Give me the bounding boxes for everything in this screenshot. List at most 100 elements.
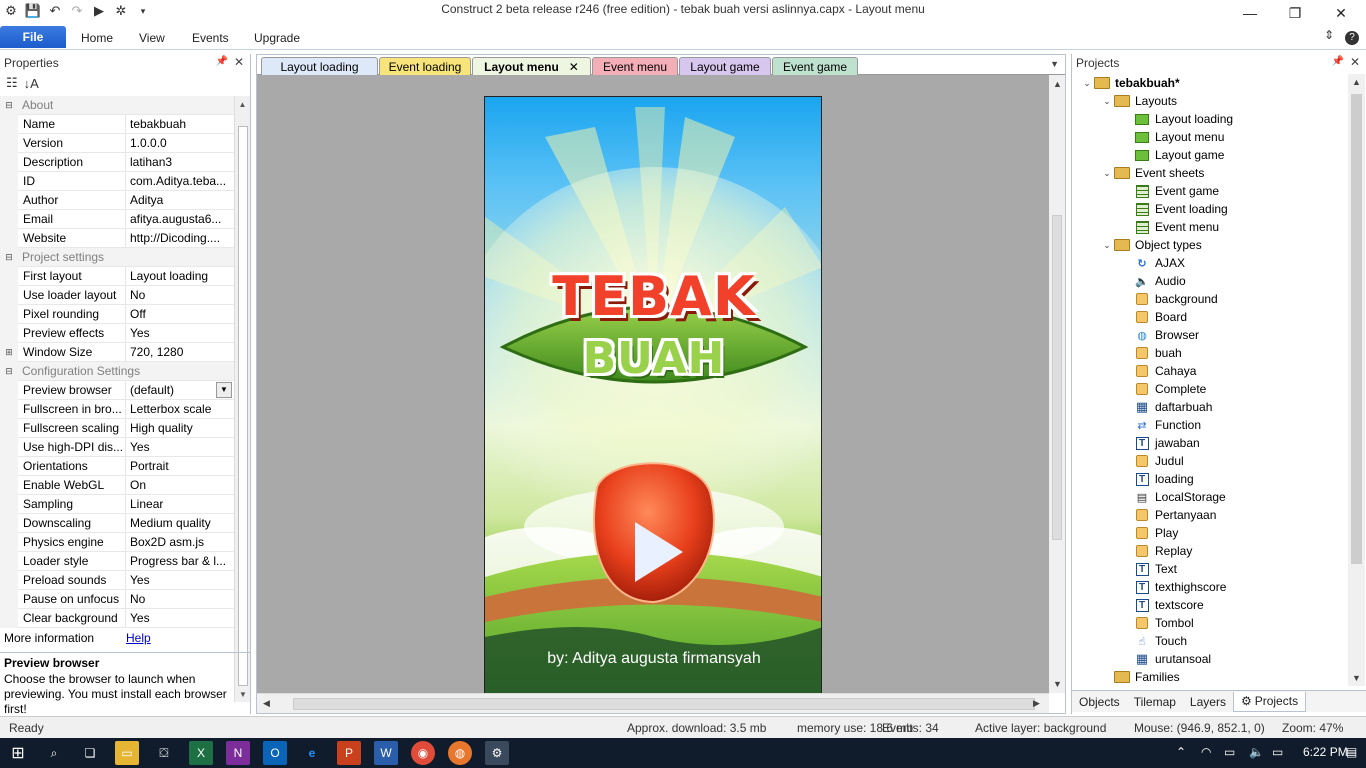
property-value[interactable]: No <box>126 590 234 609</box>
property-row[interactable]: Fullscreen in bro... Letterbox scale <box>0 399 234 419</box>
document-tab[interactable]: Event game <box>772 57 858 75</box>
tree-item-object[interactable]: Judul <box>1072 452 1348 470</box>
firefox-icon[interactable]: ◍ <box>448 741 472 765</box>
expand-collapse-icon[interactable]: ⌄ <box>1080 78 1094 89</box>
property-row[interactable]: Pixel rounding Off <box>0 304 234 324</box>
property-category[interactable]: ⊟ Configuration Settings <box>0 361 234 381</box>
file-menu-button[interactable]: File <box>0 26 66 48</box>
volume-icon[interactable]: 🔈 <box>1249 745 1264 759</box>
property-value[interactable]: (default) ▼ <box>126 381 234 400</box>
document-tab[interactable]: Layout game <box>679 57 771 75</box>
property-value[interactable]: Linear <box>126 495 234 514</box>
property-row[interactable]: Use high-DPI dis... Yes <box>0 437 234 457</box>
expand-collapse-icon[interactable]: ⌄ <box>1100 240 1114 251</box>
dropdown-arrow-icon[interactable]: ▼ <box>216 381 232 398</box>
property-row[interactable]: Downscaling Medium quality <box>0 513 234 533</box>
close-button[interactable]: ✕ <box>1318 0 1364 26</box>
property-row[interactable]: ID com.Aditya.teba... <box>0 171 234 191</box>
scroll-thumb[interactable] <box>1052 215 1062 540</box>
collapse-icon[interactable]: ⊟ <box>0 361 18 381</box>
tree-item-object[interactable]: Complete <box>1072 380 1348 398</box>
property-value[interactable]: Yes <box>126 324 234 343</box>
property-row[interactable]: Orientations Portrait <box>0 456 234 476</box>
property-row[interactable]: Sampling Linear <box>0 494 234 514</box>
wifi-icon[interactable]: ◠ <box>1201 745 1211 759</box>
property-value[interactable]: Layout loading <box>126 267 234 286</box>
layout-canvas[interactable]: TEBAK BUAH by: Aditya augusta firmansyah <box>257 75 1049 693</box>
property-value[interactable]: Letterbox scale <box>126 400 234 419</box>
property-row[interactable]: Fullscreen scaling High quality <box>0 418 234 438</box>
tab-upgrade[interactable]: Upgrade <box>254 31 300 45</box>
property-row[interactable]: Enable WebGL On <box>0 475 234 495</box>
tree-item-object[interactable]: 🔈 Audio <box>1072 272 1348 290</box>
tree-item-object[interactable]: ◍ Browser <box>1072 326 1348 344</box>
edge-icon[interactable]: e <box>300 741 324 765</box>
tree-item-event-sheet[interactable]: Event menu <box>1072 218 1348 236</box>
property-value[interactable]: Progress bar & l... <box>126 552 234 571</box>
property-row[interactable]: First layout Layout loading <box>0 266 234 286</box>
property-value[interactable]: On <box>126 476 234 495</box>
scroll-left-icon[interactable]: ◀ <box>263 698 270 709</box>
scroll-thumb[interactable] <box>293 698 1035 710</box>
file-explorer-icon[interactable]: ▭ <box>115 741 139 765</box>
document-tab[interactable]: Layout menu ✕ <box>472 57 591 75</box>
scroll-down-icon[interactable]: ▼ <box>1053 679 1062 689</box>
tree-item-object[interactable]: Board <box>1072 308 1348 326</box>
expand-icon[interactable]: ⊞ <box>0 342 18 362</box>
tree-item-layout[interactable]: Layout menu <box>1072 128 1348 146</box>
property-value[interactable]: latihan3 <box>126 153 234 172</box>
property-value[interactable]: 720, 1280 <box>126 343 234 362</box>
minimize-button[interactable]: — <box>1227 0 1273 26</box>
tree-item-object[interactable]: Ttextscore <box>1072 596 1348 614</box>
property-row[interactable]: Email afitya.augusta6... <box>0 209 234 229</box>
tree-item-layout[interactable]: Layout loading <box>1072 110 1348 128</box>
layouts-folder[interactable]: ⌄ Layouts <box>1072 92 1348 110</box>
notifications-icon[interactable]: ▤ <box>1346 745 1357 759</box>
tree-item-object[interactable]: Tjawaban <box>1072 434 1348 452</box>
property-value[interactable]: http://Dicoding.... <box>126 229 234 248</box>
property-row[interactable]: Author Aditya <box>0 190 234 210</box>
tree-item-object[interactable]: Play <box>1072 524 1348 542</box>
tree-item-object[interactable]: ⇄ Function <box>1072 416 1348 434</box>
property-value[interactable]: Yes <box>126 609 234 628</box>
property-value[interactable]: Box2D asm.js <box>126 533 234 552</box>
collapse-icon[interactable]: ⊟ <box>0 96 18 115</box>
tree-item-object[interactable]: Tloading <box>1072 470 1348 488</box>
property-row[interactable]: Preview effects Yes <box>0 323 234 343</box>
word-icon[interactable]: W <box>374 741 398 765</box>
property-value[interactable]: Yes <box>126 438 234 457</box>
project-root[interactable]: ⌄ tebakbuah* <box>1072 74 1348 92</box>
clock[interactable]: 6:22 PM <box>1303 745 1348 759</box>
property-value[interactable]: Yes <box>126 571 234 590</box>
document-tab[interactable]: Layout loading <box>261 57 378 75</box>
scroll-up-icon[interactable]: ▲ <box>1352 77 1361 87</box>
scroll-up-icon[interactable]: ▲ <box>1053 79 1062 89</box>
scroll-thumb[interactable] <box>238 126 248 686</box>
tree-item-object[interactable]: ↻ AJAX <box>1072 254 1348 272</box>
property-value[interactable]: afitya.augusta6... <box>126 210 234 229</box>
close-panel-icon[interactable]: ✕ <box>234 55 244 69</box>
property-value[interactable]: No <box>126 286 234 305</box>
chrome-icon[interactable]: ◉ <box>411 741 435 765</box>
tree-item-object[interactable]: T Text <box>1072 560 1348 578</box>
tabs-dropdown-icon[interactable]: ▼ <box>1050 59 1059 69</box>
property-value[interactable]: tebakbuah <box>126 115 234 134</box>
store-icon[interactable]: ⛋ <box>152 741 176 765</box>
task-view-icon[interactable]: ❏ <box>78 741 102 765</box>
property-row[interactable]: Website http://Dicoding.... <box>0 228 234 248</box>
property-value[interactable]: Off <box>126 305 234 324</box>
tab-projects[interactable]: ⚙ Projects <box>1232 691 1307 712</box>
property-row[interactable]: Preload sounds Yes <box>0 570 234 590</box>
scroll-down-icon[interactable]: ▼ <box>1352 673 1361 683</box>
expand-collapse-icon[interactable]: ⌄ <box>1100 168 1114 179</box>
input-indicator-icon[interactable]: ▭ <box>1272 745 1283 759</box>
canvas-horizontal-scrollbar[interactable]: ◀ ▶ <box>257 693 1049 713</box>
document-tab[interactable]: Event loading <box>379 57 471 75</box>
scroll-thumb[interactable] <box>1351 94 1362 564</box>
property-category[interactable]: ⊟ Project settings <box>0 247 234 267</box>
pin-icon[interactable]: 📌 <box>216 56 228 67</box>
property-value[interactable]: Aditya <box>126 191 234 210</box>
tab-objects[interactable]: Objects <box>1072 692 1127 712</box>
property-row[interactable]: Loader style Progress bar & l... <box>0 551 234 571</box>
property-category[interactable]: ⊟ About <box>0 96 234 115</box>
